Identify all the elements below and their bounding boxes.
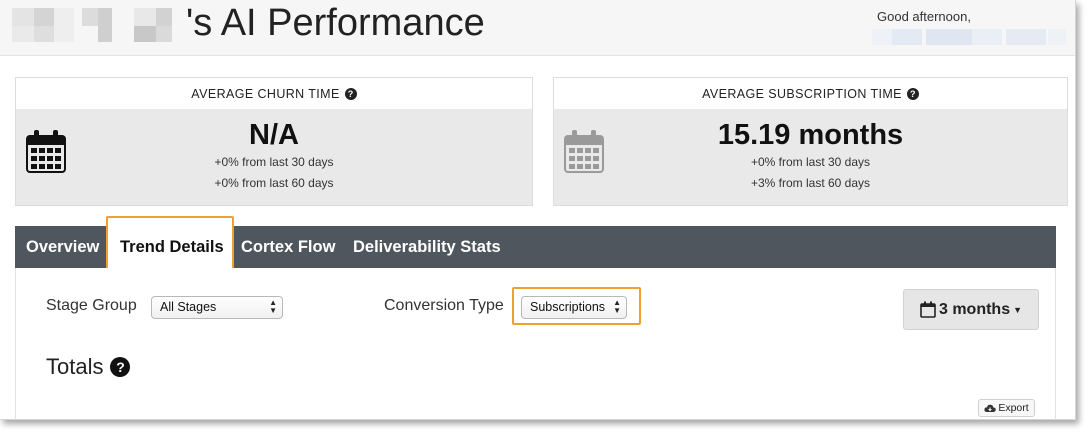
subscription-time-card: AVERAGE SUBSCRIPTION TIME ? 15.19 months… [553, 77, 1068, 206]
churn-time-card: AVERAGE CHURN TIME ? N/A +0% from last 3… [15, 77, 533, 206]
help-icon[interactable]: ? [110, 357, 131, 377]
caret-down-icon: ▼ [1013, 304, 1023, 315]
totals-heading: Totals ? [46, 354, 131, 380]
card-heading-label: AVERAGE CHURN TIME [191, 86, 340, 101]
card-heading: AVERAGE CHURN TIME ? [16, 78, 532, 109]
calendar-icon [920, 301, 936, 318]
churn-change-60: +0% from last 60 days [214, 176, 334, 190]
redacted-username [872, 29, 1066, 45]
help-icon[interactable]: ? [344, 87, 357, 100]
help-icon[interactable]: ? [906, 87, 919, 100]
page-header: 's AI Performance Good afternoon, [0, 0, 1075, 56]
conversion-type-label: Conversion Type [384, 297, 504, 314]
tab-deliverability-stats[interactable]: Deliverability Stats [353, 226, 501, 268]
subscription-time-value: 15.19 months [717, 119, 904, 151]
redacted-name [12, 8, 182, 42]
tab-overview[interactable]: Overview [26, 226, 99, 268]
export-label: Export [998, 402, 1029, 414]
subscription-change-60: +3% from last 60 days [750, 176, 871, 190]
conversion-highlight-box [512, 287, 641, 325]
tab-cortex-flow[interactable]: Cortex Flow [241, 226, 335, 268]
card-heading: AVERAGE SUBSCRIPTION TIME ? [554, 78, 1067, 109]
churn-time-value: N/A [249, 119, 299, 151]
totals-label: Totals [46, 354, 104, 379]
app-window: 's AI Performance Good afternoon, AVERAG… [0, 0, 1076, 420]
export-button[interactable]: Export [978, 399, 1035, 417]
subscription-change-30: +0% from last 30 days [750, 155, 871, 169]
tab-highlight-box [106, 216, 234, 276]
page-title: 's AI Performance [186, 2, 485, 44]
card-body: 15.19 months +0% from last 30 days +3% f… [554, 109, 1067, 205]
stage-group-value: All Stages [160, 300, 217, 314]
date-range-button[interactable]: 3 months ▼ [903, 289, 1039, 330]
card-heading-label: AVERAGE SUBSCRIPTION TIME [702, 86, 902, 101]
greeting-text: Good afternoon, [877, 9, 971, 24]
cloud-download-icon [984, 404, 997, 412]
stage-group-select[interactable]: All Stages ▲ ▼ [151, 296, 283, 319]
date-range-label: 3 months [938, 300, 1011, 318]
stage-group-label: Stage Group [46, 297, 137, 314]
churn-change-30: +0% from last 30 days [214, 155, 334, 169]
card-body: N/A +0% from last 30 days +0% from last … [16, 109, 532, 205]
select-arrows-icon: ▲ ▼ [269, 298, 277, 315]
